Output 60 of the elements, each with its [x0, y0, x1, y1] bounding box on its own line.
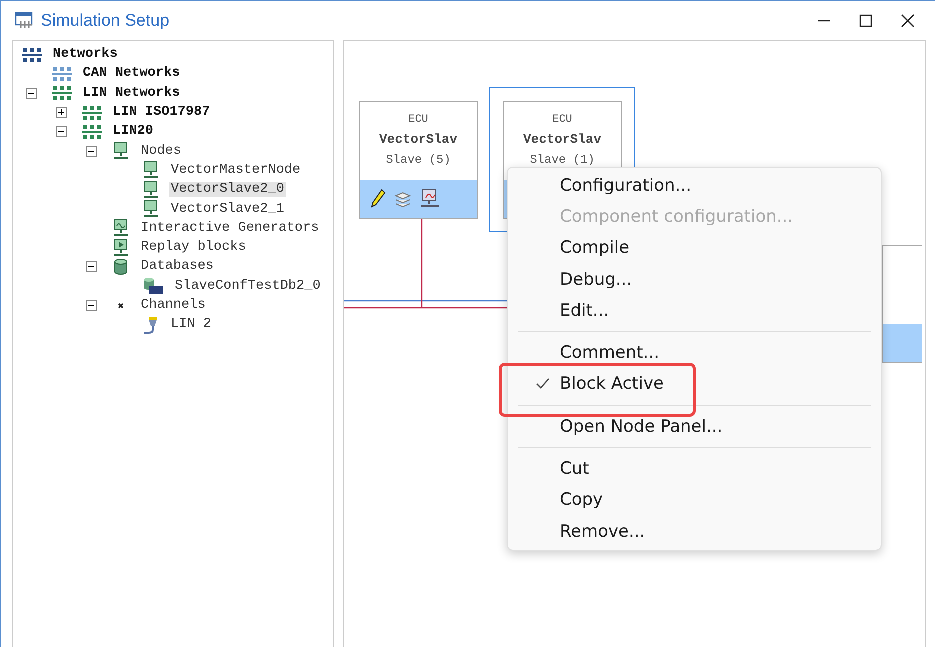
ecu-block[interactable] — [882, 245, 922, 363]
menu-item[interactable]: Block Active — [518, 368, 871, 400]
menu-item[interactable]: Cut — [518, 453, 871, 485]
tree-item[interactable]: LIN Networks — [81, 86, 182, 101]
menu-item[interactable]: Edit... — [518, 295, 871, 326]
network-icon — [82, 104, 102, 121]
expand-toggle[interactable] — [56, 107, 67, 118]
menu-item[interactable]: Comment... — [518, 337, 871, 369]
window-title: Simulation Setup — [41, 10, 170, 30]
maximize-icon[interactable] — [859, 14, 873, 28]
block-role: Slave (1) — [530, 153, 595, 167]
database-icon — [112, 258, 130, 276]
plug-icon — [142, 316, 160, 334]
ecu-block[interactable]: ECU VectorSlav Slave (5) — [359, 101, 478, 219]
tree-item[interactable]: Replay blocks — [139, 240, 248, 256]
computer-icon — [142, 200, 160, 218]
tree-item[interactable]: VectorMasterNode — [169, 162, 303, 178]
tree-item[interactable]: VectorSlave2_1 — [169, 202, 286, 217]
tree-item[interactable]: Databases — [139, 259, 216, 274]
menu-item[interactable]: Debug... — [518, 264, 871, 296]
tree-item[interactable]: SlaveConfTestDb2_0 — [173, 278, 323, 294]
menu-item[interactable]: Remove... — [518, 516, 871, 548]
tree-item[interactable]: CAN Networks — [81, 66, 182, 82]
block-name: VectorSlav — [523, 132, 602, 147]
tree-item[interactable]: Networks — [51, 47, 120, 62]
network-icon — [52, 85, 72, 102]
computer-icon — [142, 161, 160, 180]
block-name: VectorSlav — [379, 132, 458, 147]
collapse-toggle[interactable] — [86, 261, 97, 272]
stack-icon[interactable] — [394, 190, 412, 208]
tree-item[interactable]: Channels — [139, 298, 208, 313]
generator-icon — [112, 219, 130, 238]
computer-icon — [112, 142, 130, 160]
tree-item[interactable]: LIN ISO17987 — [111, 105, 212, 120]
collapse-toggle[interactable] — [56, 126, 67, 138]
play-icon — [112, 238, 130, 257]
tree-item[interactable]: Interactive Generators — [139, 220, 322, 236]
menu-item[interactable]: Compile — [518, 232, 871, 264]
network-icon — [52, 66, 72, 82]
menu-item[interactable]: Copy — [518, 484, 871, 516]
collapse-toggle[interactable] — [26, 88, 37, 99]
tree-item[interactable]: VectorSlave2_0 — [169, 182, 286, 198]
computer-icon — [142, 180, 160, 199]
tree-item[interactable]: LIN20 — [111, 124, 156, 140]
collapse-toggle[interactable] — [86, 300, 97, 311]
monitor-icon[interactable] — [420, 189, 440, 209]
menu-item[interactable]: Open Node Panel... — [518, 411, 871, 442]
collapse-toggle[interactable] — [86, 146, 97, 157]
network-icon — [82, 124, 102, 140]
block-type: ECU — [408, 114, 428, 126]
block-type: ECU — [552, 114, 572, 126]
block-role: Slave (5) — [386, 153, 451, 167]
pencil-icon[interactable] — [370, 189, 386, 209]
tree-item[interactable]: LIN 2 — [169, 317, 214, 332]
cross-icon — [118, 302, 124, 308]
network-icon — [22, 46, 42, 63]
database-file-icon — [142, 277, 164, 296]
close-icon[interactable] — [901, 14, 915, 28]
app-icon — [15, 12, 35, 30]
tree-item[interactable]: Nodes — [139, 144, 184, 159]
